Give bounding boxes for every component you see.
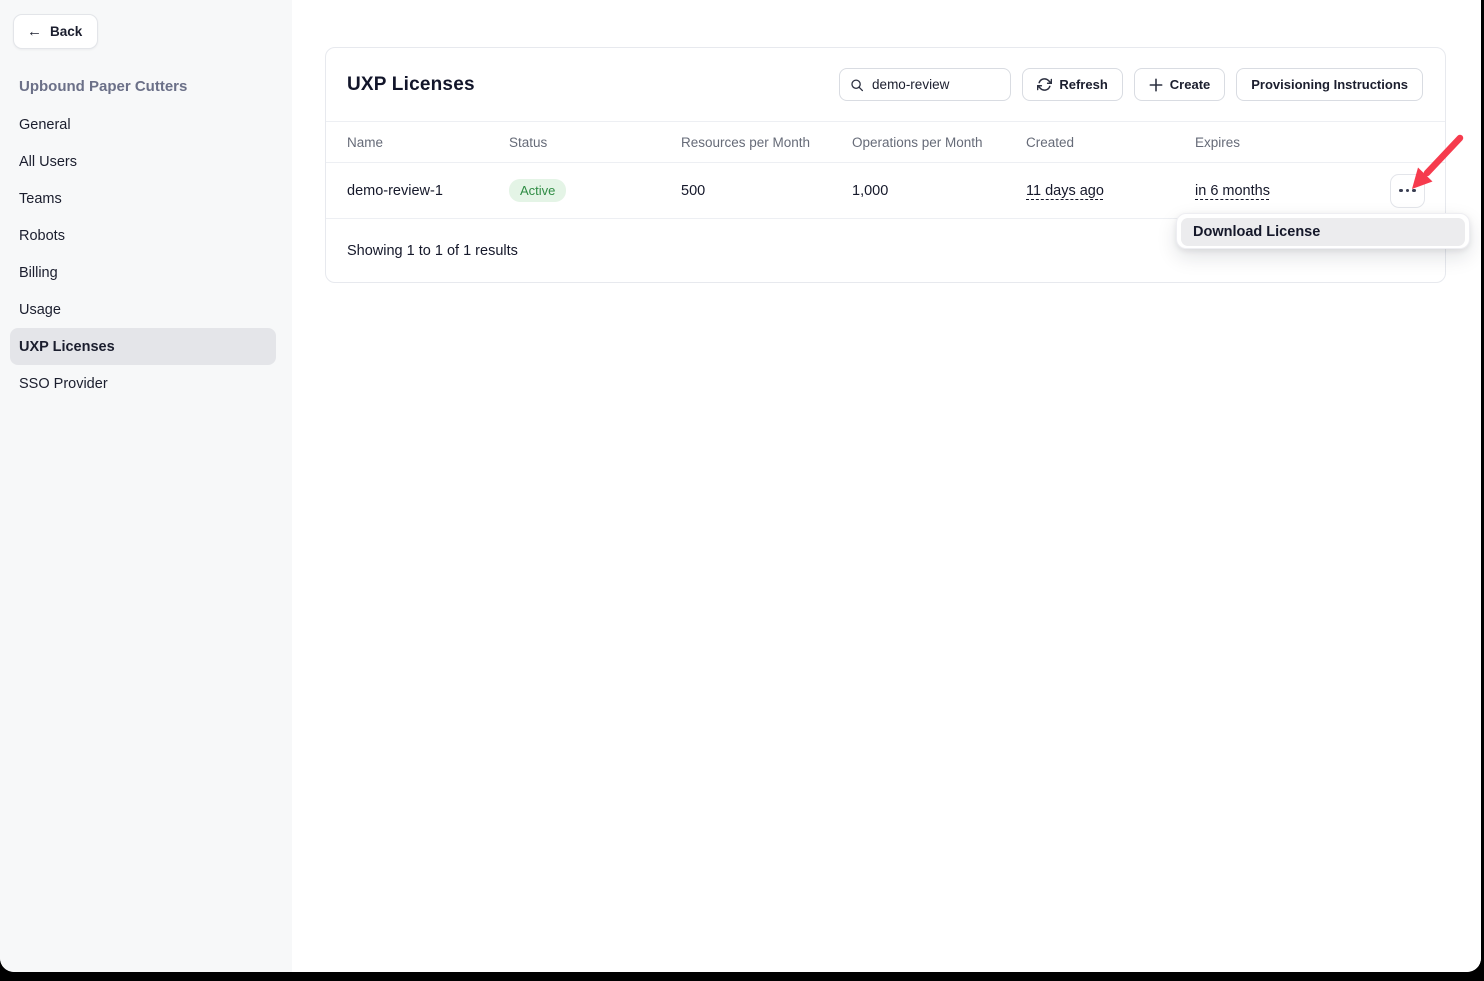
sidebar-item-uxp-licenses[interactable]: UXP Licenses bbox=[10, 328, 276, 365]
column-header-created: Created bbox=[1026, 135, 1195, 150]
sidebar-item-billing[interactable]: Billing bbox=[10, 254, 276, 291]
search-icon bbox=[850, 77, 864, 93]
cell-resources: 500 bbox=[681, 183, 852, 199]
row-actions-button[interactable] bbox=[1390, 174, 1425, 208]
page-title: UXP Licenses bbox=[347, 74, 475, 96]
org-title: Upbound Paper Cutters bbox=[19, 78, 292, 95]
table-row: demo-review-1 Active 500 1,000 11 days a… bbox=[326, 163, 1445, 219]
sidebar-item-usage[interactable]: Usage bbox=[10, 291, 276, 328]
main-content: UXP Licenses Refresh bbox=[292, 0, 1481, 972]
toolbar: Refresh Create Provisioning Instructions bbox=[839, 68, 1423, 101]
column-header-expires: Expires bbox=[1195, 135, 1373, 150]
expires-value[interactable]: in 6 months bbox=[1195, 183, 1270, 199]
sidebar-item-all-users[interactable]: All Users bbox=[10, 143, 276, 180]
provisioning-instructions-button[interactable]: Provisioning Instructions bbox=[1236, 68, 1423, 101]
plus-icon bbox=[1149, 78, 1163, 92]
created-value[interactable]: 11 days ago bbox=[1026, 183, 1104, 199]
back-button-label: Back bbox=[50, 24, 82, 39]
column-header-status: Status bbox=[509, 135, 681, 150]
sidebar-nav: General All Users Teams Robots Billing U… bbox=[10, 106, 276, 402]
sidebar-item-teams[interactable]: Teams bbox=[10, 180, 276, 217]
cell-operations: 1,000 bbox=[852, 183, 1026, 199]
column-header-resources: Resources per Month bbox=[681, 135, 852, 150]
create-button[interactable]: Create bbox=[1134, 68, 1225, 101]
refresh-button[interactable]: Refresh bbox=[1022, 68, 1122, 101]
arrow-left-icon: ← bbox=[27, 24, 42, 39]
ellipsis-icon bbox=[1399, 189, 1403, 193]
cell-name: demo-review-1 bbox=[347, 183, 509, 199]
app-window: ← Back Upbound Paper Cutters General All… bbox=[0, 0, 1481, 972]
column-header-operations: Operations per Month bbox=[852, 135, 1026, 150]
status-badge: Active bbox=[509, 179, 566, 202]
provisioning-instructions-label: Provisioning Instructions bbox=[1251, 77, 1408, 92]
sidebar: ← Back Upbound Paper Cutters General All… bbox=[0, 0, 292, 972]
search-box[interactable] bbox=[839, 68, 1011, 101]
table-header-row: Name Status Resources per Month Operatio… bbox=[326, 122, 1445, 163]
sidebar-item-sso-provider[interactable]: SSO Provider bbox=[10, 365, 276, 402]
sidebar-item-general[interactable]: General bbox=[10, 106, 276, 143]
row-actions-menu: Download License bbox=[1176, 213, 1470, 249]
card-header: UXP Licenses Refresh bbox=[326, 48, 1445, 122]
back-button[interactable]: ← Back bbox=[13, 14, 98, 49]
create-button-label: Create bbox=[1170, 77, 1210, 92]
column-header-name: Name bbox=[347, 135, 509, 150]
search-input[interactable] bbox=[872, 77, 1000, 92]
refresh-icon bbox=[1037, 77, 1052, 92]
menu-item-download-license[interactable]: Download License bbox=[1181, 218, 1465, 246]
sidebar-item-robots[interactable]: Robots bbox=[10, 217, 276, 254]
refresh-button-label: Refresh bbox=[1059, 77, 1107, 92]
